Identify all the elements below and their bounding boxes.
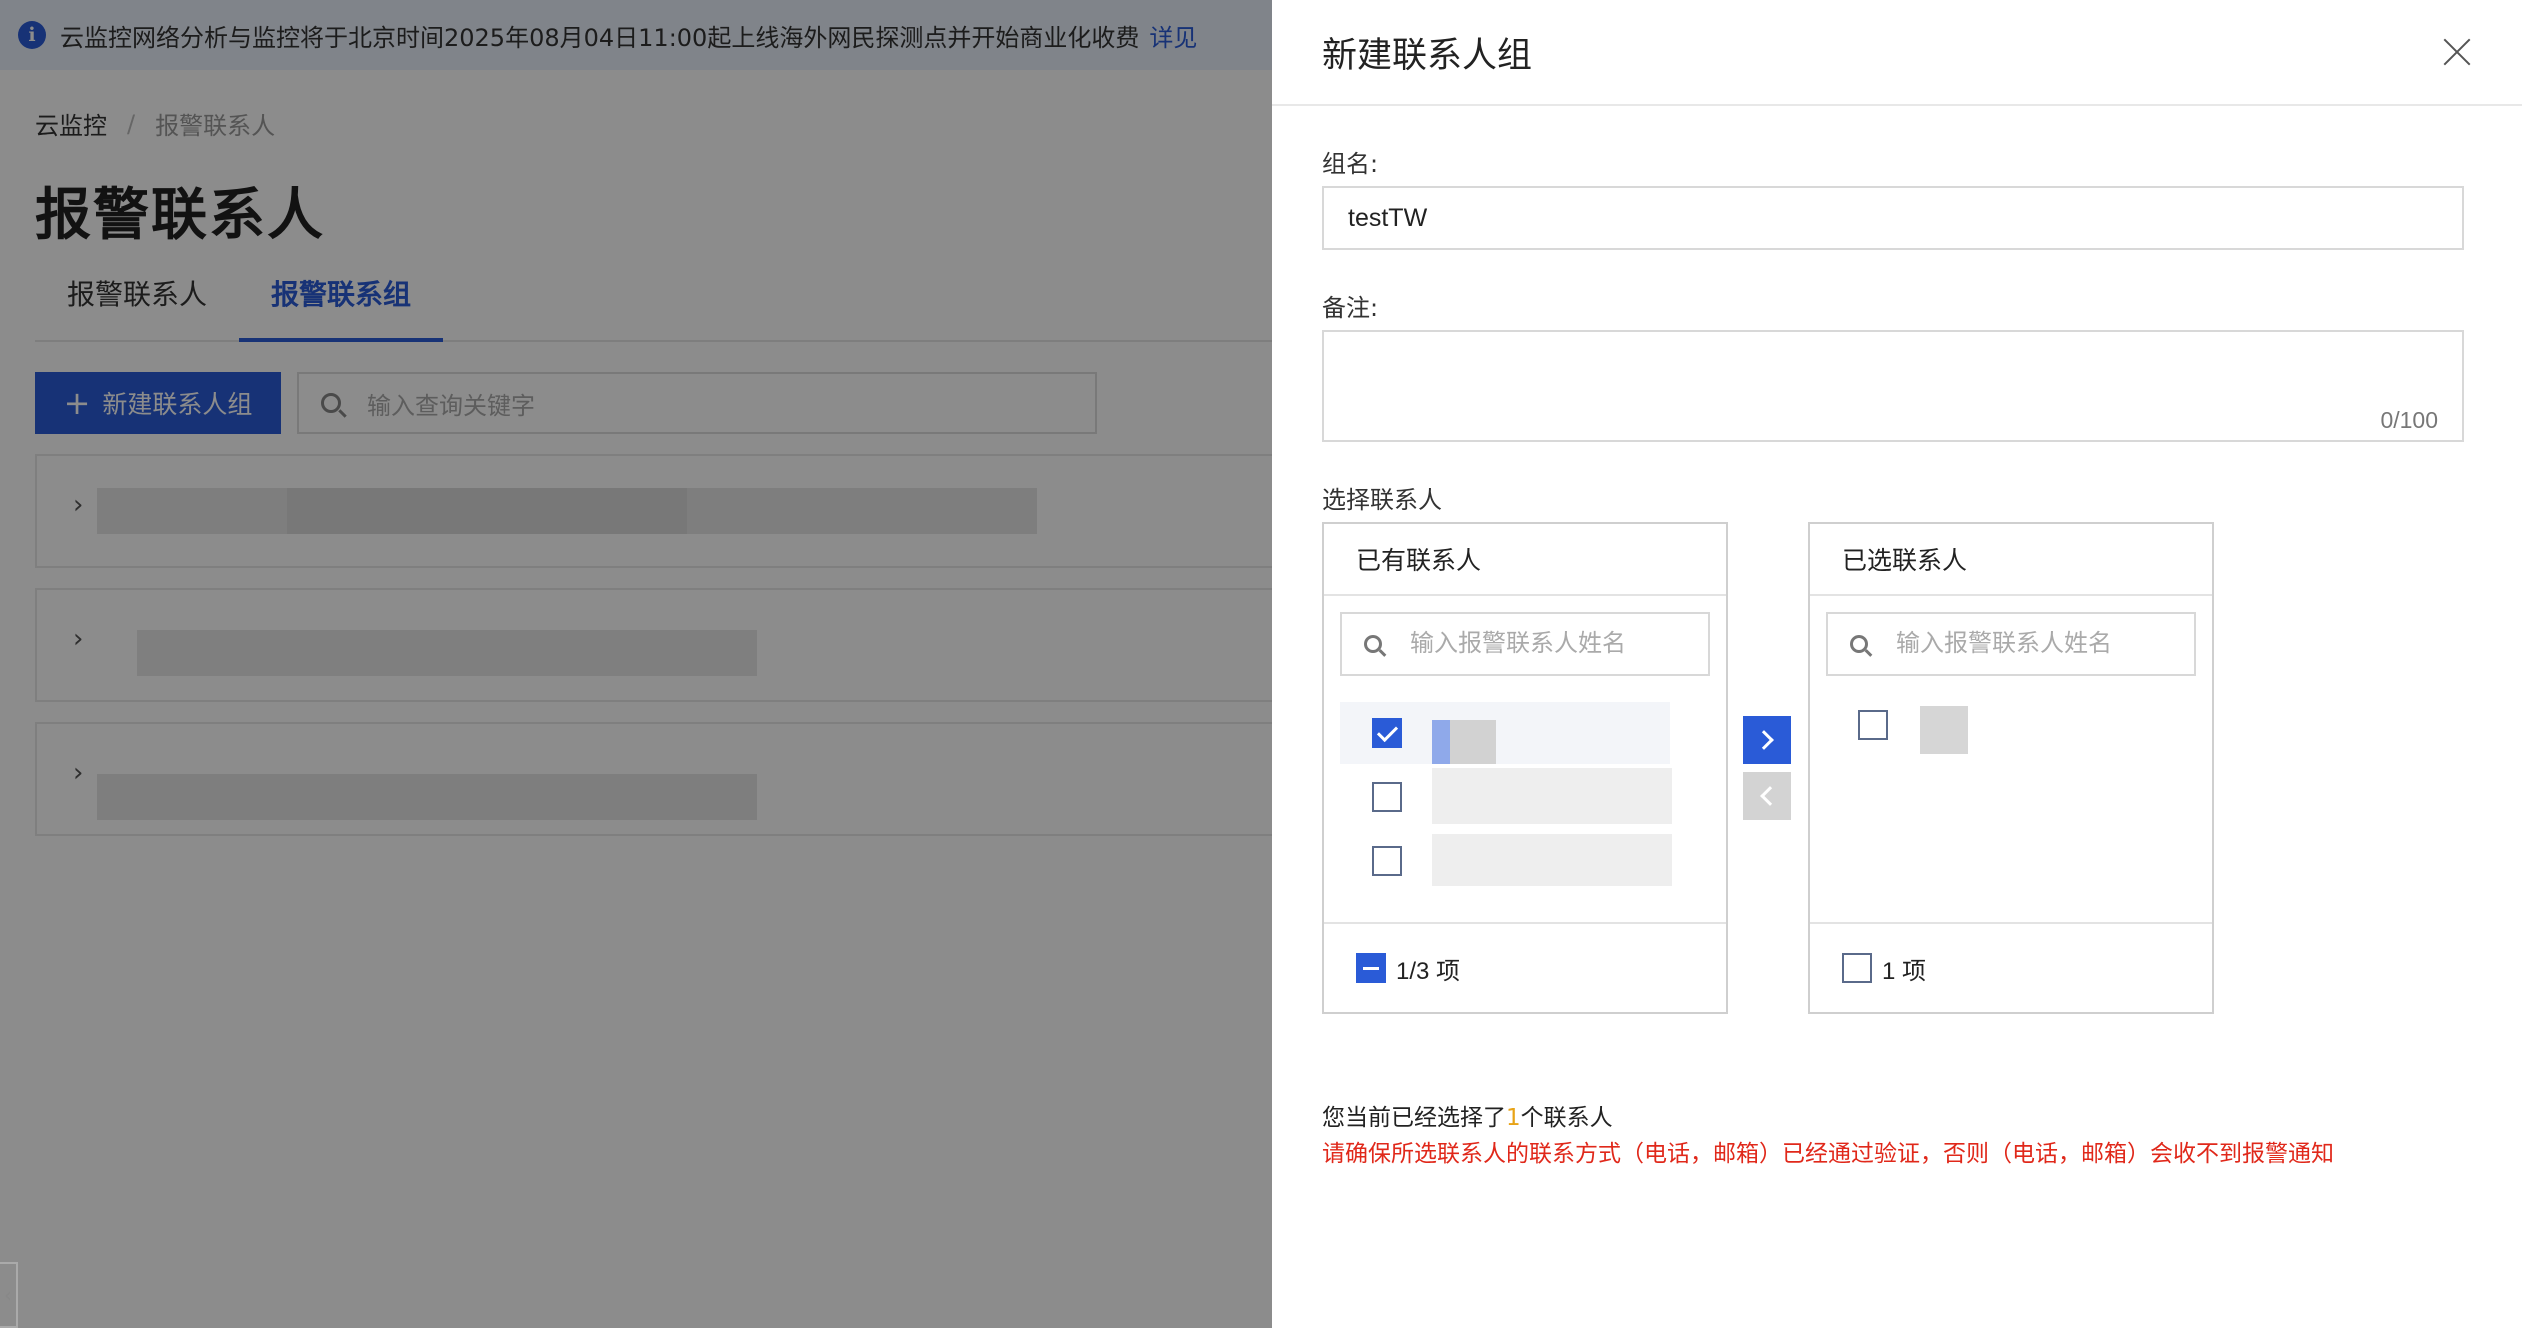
remark-field[interactable]: 0/100 [1322,330,2464,442]
search-icon [1364,635,1382,653]
select-all-checkbox[interactable] [1356,953,1386,983]
selected-contacts-search-input[interactable] [1896,630,2194,658]
available-contacts-list [1324,694,1726,918]
list-item[interactable] [1340,702,1670,764]
remark-label: 备注: [1322,294,1379,322]
close-icon[interactable] [2442,37,2472,67]
available-contacts-search[interactable] [1340,612,1710,676]
selected-contacts-list [1810,694,2212,918]
redacted-contact-name [1920,706,1968,754]
selection-summary-count: 1 [1506,1105,1521,1131]
collapse-sidebar-handle[interactable]: ‹ [0,1262,18,1328]
selected-contacts-panel: 已选联系人 1 项 [1808,522,2214,1014]
chevron-right-icon [1754,730,1774,750]
chevron-left-icon [1760,786,1780,806]
verification-warning: 请确保所选联系人的联系方式（电话，邮箱）已经通过验证，否则（电话，邮箱）会收不到… [1322,1141,2334,1167]
modal-overlay[interactable] [0,0,1272,1328]
move-to-available-button[interactable] [1743,772,1791,820]
selection-summary: 您当前已经选择了1个联系人 [1322,1098,1613,1132]
available-contacts-title: 已有联系人 [1324,524,1726,596]
available-contacts-panel: 已有联系人 1/3 项 [1322,522,1728,1014]
drawer-title: 新建联系人组 [1322,35,1533,76]
list-item[interactable] [1340,766,1672,828]
selected-contacts-title: 已选联系人 [1810,524,2212,596]
select-contacts-label: 选择联系人 [1322,486,1442,514]
move-to-selected-button[interactable] [1743,716,1791,764]
selected-contacts-search[interactable] [1826,612,2196,676]
search-icon [1850,635,1868,653]
list-item[interactable] [1340,830,1672,892]
group-name-input[interactable] [1322,186,2464,250]
group-name-label: 组名: [1322,150,1379,178]
contact-checkbox[interactable] [1372,846,1402,876]
selected-contacts-footer: 1 项 [1810,922,2212,1012]
new-contact-group-drawer: 新建联系人组 组名: 备注: 0/100 选择联系人 已有联系人 [1272,0,2522,1328]
redacted-contact-name [1432,834,1672,886]
redacted-contact-name [1432,768,1672,824]
list-item[interactable] [1826,694,2156,756]
contact-checkbox[interactable] [1858,710,1888,740]
contact-checkbox[interactable] [1372,782,1402,812]
available-contacts-footer: 1/3 项 [1324,922,1726,1012]
selected-contacts-count: 1 项 [1882,957,1927,985]
redacted-contact-name [1432,720,1450,764]
remark-char-counter: 0/100 [2380,407,2438,433]
selection-summary-suffix: 个联系人 [1520,1105,1613,1131]
available-contacts-search-input[interactable] [1410,630,1708,658]
remark-textarea[interactable] [1324,332,2462,440]
contact-checkbox[interactable] [1372,718,1402,748]
select-all-checkbox[interactable] [1842,953,1872,983]
available-contacts-count: 1/3 项 [1396,957,1461,985]
drawer-header: 新建联系人组 [1272,0,2522,106]
selection-summary-prefix: 您当前已经选择了 [1322,1105,1506,1131]
